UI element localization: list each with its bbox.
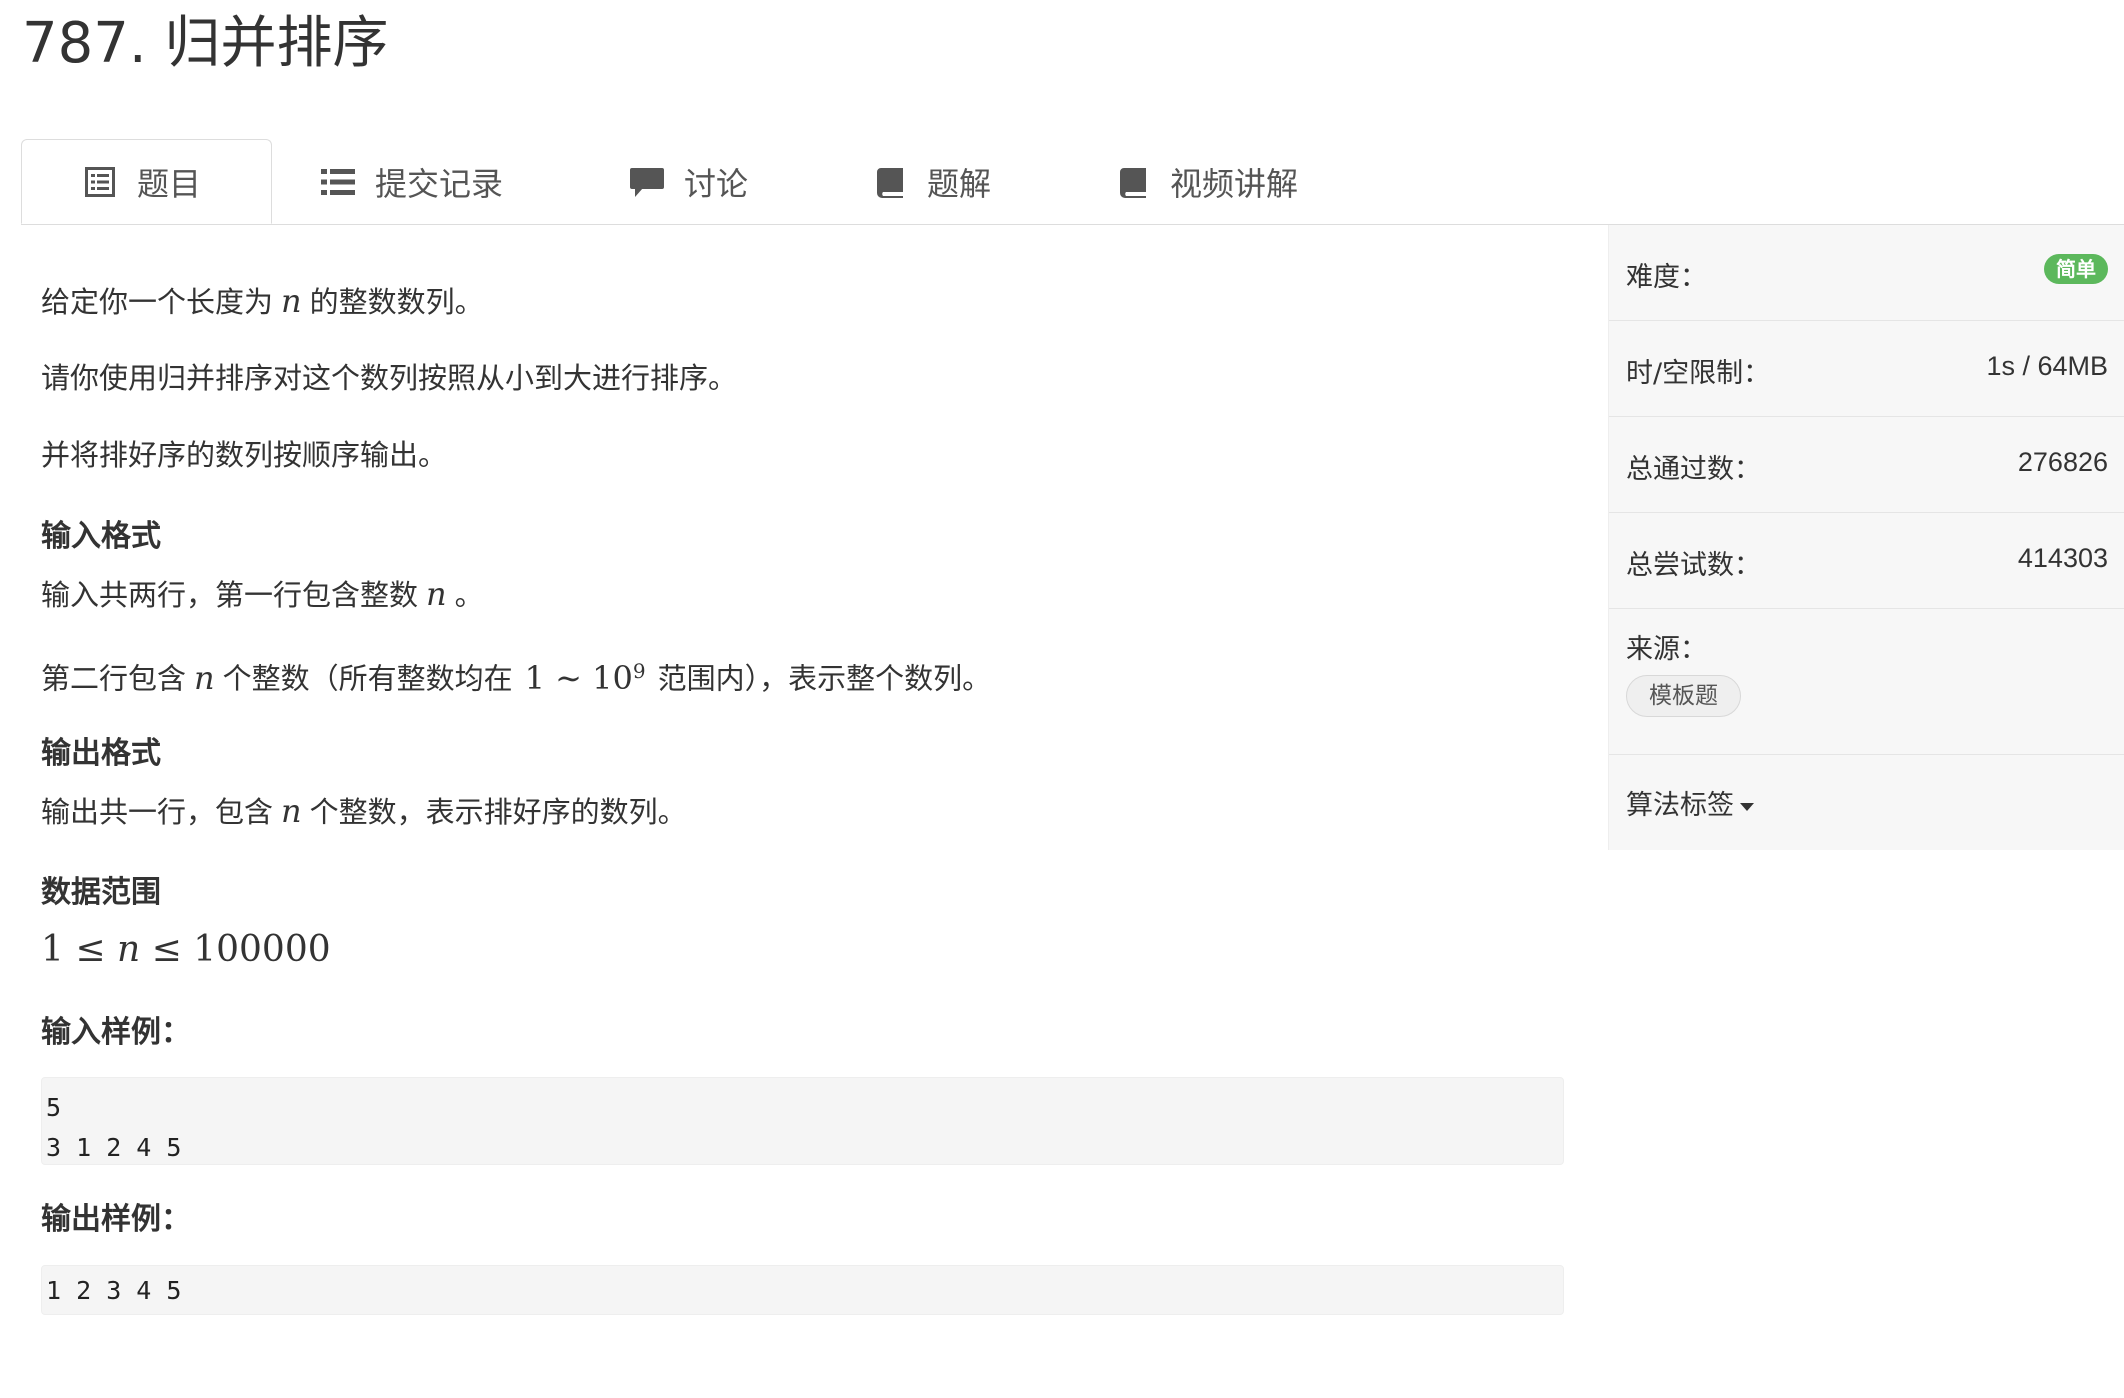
tab-label: 题解 <box>927 164 992 203</box>
list-alt-icon <box>83 165 117 199</box>
difficulty-row: 难度： 简单 <box>1609 225 2124 321</box>
tab-problem[interactable]: 题目 <box>21 139 272 224</box>
data-range-math: 1 ≤ n ≤ 100000 <box>41 926 331 974</box>
book-icon <box>873 165 907 199</box>
code-line: 5 <box>46 1093 62 1122</box>
list-icon <box>321 165 355 199</box>
algo-tags-row: 算法标签 <box>1609 755 2124 850</box>
tab-label: 提交记录 <box>375 164 504 203</box>
problem-desc-1: 给定你一个长度为 n 的整数数列。 <box>41 281 484 322</box>
output-format-heading: 输出格式 <box>41 736 161 771</box>
math-range: 1 ∼ 10 <box>524 658 633 697</box>
text: 输入共两行，第一行包含整数 <box>41 578 419 612</box>
book-icon <box>1116 165 1150 199</box>
code-line: 1 2 3 4 5 <box>46 1276 182 1305</box>
limit-label: 时/空限制： <box>1626 358 1771 389</box>
text: 第二行包含 <box>41 661 187 696</box>
comment-icon <box>630 165 664 199</box>
text: 。 <box>454 578 484 612</box>
source-row: 来源： 模板题 <box>1609 609 2124 755</box>
tab-submissions[interactable]: 提交记录 <box>321 139 503 224</box>
attempts-label: 总尝试数： <box>1626 550 1761 581</box>
difficulty-badge: 简单 <box>2044 254 2108 284</box>
tab-label: 讨论 <box>684 164 749 203</box>
text: 输出共一行，包含 <box>41 795 274 829</box>
problem-desc-2: 请你使用归并排序对这个数列按照从小到大进行排序。 <box>41 361 738 395</box>
limit-row: 时/空限制： 1s / 64MB <box>1609 321 2124 417</box>
math-var: n <box>194 658 215 697</box>
sample-input-heading: 输入样例： <box>41 1015 191 1050</box>
algo-tags-label: 算法标签 <box>1626 790 1734 821</box>
source-label: 来源： <box>1626 634 1707 665</box>
math-var: n <box>281 282 302 320</box>
tab-video[interactable]: 视频讲解 <box>1116 139 1298 224</box>
output-format-line: 输出共一行，包含 n 个整数，表示排好序的数列。 <box>41 791 687 832</box>
input-format-heading: 输入格式 <box>41 519 161 554</box>
sample-output-heading: 输出样例： <box>41 1202 191 1237</box>
input-format-line-1: 输入共两行，第一行包含整数 n。 <box>41 574 484 615</box>
sample-input-block[interactable]: 5 3 1 2 4 5 <box>41 1077 1564 1165</box>
source-tag[interactable]: 模板题 <box>1626 675 1741 717</box>
passed-row: 总通过数： 276826 <box>1609 417 2124 513</box>
math-var: n <box>116 929 141 970</box>
text: 个整数，表示排好序的数列。 <box>309 795 687 829</box>
text: 个整数（所有整数均在 <box>222 661 513 696</box>
code-line: 3 1 2 4 5 <box>46 1133 182 1162</box>
passed-value: 276826 <box>2017 447 2108 477</box>
algo-tags-dropdown[interactable]: 算法标签 <box>1626 783 1754 822</box>
difficulty-label: 难度： <box>1626 262 1707 293</box>
math-var: n <box>426 575 447 613</box>
math-var: n <box>281 792 302 830</box>
text: 的整数数列。 <box>309 285 484 319</box>
attempts-value: 414303 <box>2017 543 2108 573</box>
page-title: 787. 归并排序 <box>22 11 389 76</box>
passed-label: 总通过数： <box>1626 454 1761 485</box>
data-range-heading: 数据范围 <box>41 875 161 910</box>
problem-info-sidebar: 难度： 简单 时/空限制： 1s / 64MB 总通过数： 276826 总尝试… <box>1608 225 2124 850</box>
caret-down-icon <box>1740 802 1754 811</box>
math-text: ≤ 100000 <box>140 929 331 970</box>
math-exponent: 9 <box>632 659 646 683</box>
limit-value: 1s / 64MB <box>1986 351 2108 381</box>
tab-label: 视频讲解 <box>1170 164 1299 203</box>
input-format-line-2: 第二行包含 n 个整数（所有整数均在 1 ∼ 109 范围内），表示整个数列。 <box>41 651 991 699</box>
sample-output-block[interactable]: 1 2 3 4 5 <box>41 1265 1564 1315</box>
tab-solutions[interactable]: 题解 <box>873 139 991 224</box>
tab-bar: 题目 提交记录 讨论 题解 视频讲解 <box>21 139 2124 225</box>
math-text: 1 ≤ <box>41 929 117 970</box>
tab-label: 题目 <box>137 164 202 203</box>
text: 范围内），表示整个数列。 <box>657 661 992 696</box>
problem-desc-3: 并将排好序的数列按顺序输出。 <box>41 438 448 472</box>
tab-discussion[interactable]: 讨论 <box>630 139 748 224</box>
attempts-row: 总尝试数： 414303 <box>1609 513 2124 609</box>
text: 给定你一个长度为 <box>41 285 274 319</box>
